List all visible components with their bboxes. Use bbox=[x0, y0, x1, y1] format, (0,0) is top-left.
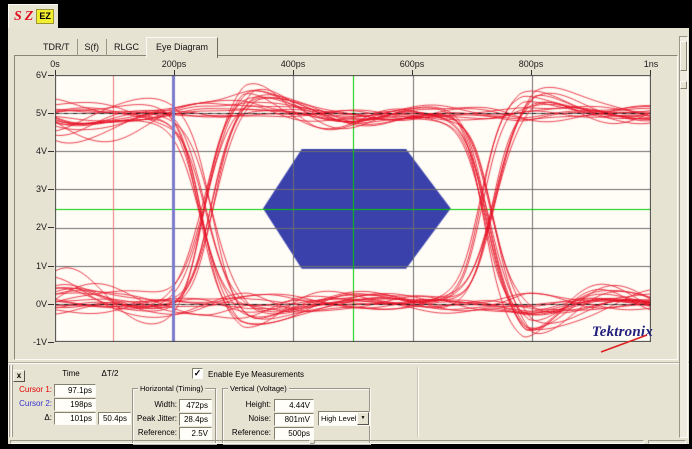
x-tick-label-1ns: 1ns bbox=[631, 59, 671, 69]
tab-eye-diagram[interactable]: Eye Diagram bbox=[146, 37, 218, 58]
delta-t2-field: 50.4ps bbox=[98, 412, 131, 425]
x-tick-label-0s: 0s bbox=[35, 59, 75, 69]
y-axis-tick bbox=[48, 189, 54, 190]
chevron-down-icon: ▼ bbox=[361, 415, 366, 421]
x-tick-label-400ps: 400ps bbox=[273, 59, 313, 69]
screen: { "app": { "logo_s": "S", "logo_z": "Z",… bbox=[0, 0, 692, 449]
y-axis-tick bbox=[48, 113, 54, 114]
noise-label: Noise: bbox=[223, 413, 271, 425]
app-window: TDR/T S(f) RLGC Eye Diagram 0s 200ps 400… bbox=[8, 28, 689, 444]
v-reference-label: Reference: bbox=[223, 427, 271, 439]
y-tick-label-3v: 3V bbox=[21, 184, 47, 194]
tab-tdrt[interactable]: TDR/T bbox=[36, 39, 78, 56]
x-tick-label-200ps: 200ps bbox=[154, 59, 194, 69]
eye-diagram-plot-panel: 0s 200ps 400ps 600ps 800ps 1ns 6V 5V 4V … bbox=[14, 55, 678, 360]
h-reference-label: Reference: bbox=[133, 427, 177, 439]
height-field: 4.44V bbox=[274, 399, 314, 412]
y-axis-tick bbox=[48, 151, 54, 152]
app-logo: S Z EZ bbox=[8, 4, 58, 28]
vertical-voltage-group: Vertical (Voltage) Height: Noise: Refere… bbox=[222, 388, 370, 444]
width-label: Width: bbox=[133, 399, 177, 411]
noise-level-dropdown[interactable]: High Level ▼ bbox=[318, 411, 370, 426]
status-segment bbox=[10, 440, 310, 444]
x-tick-label-800ps: 800ps bbox=[511, 59, 551, 69]
status-segment bbox=[648, 440, 686, 444]
noise-level-selected: High Level bbox=[321, 413, 356, 424]
panel-divider bbox=[417, 367, 418, 437]
delta-label: Δ: bbox=[8, 412, 52, 424]
close-panel-button[interactable]: x bbox=[13, 370, 25, 382]
status-bar bbox=[8, 440, 689, 444]
y-tick-label-2v: 2V bbox=[21, 222, 47, 232]
cursor1-time-field[interactable]: 97.1ps bbox=[54, 384, 96, 397]
y-tick-label-1v: 1V bbox=[21, 261, 47, 271]
enable-eye-measurements-checkbox[interactable]: ✓ bbox=[192, 368, 203, 379]
y-axis-tick bbox=[48, 342, 54, 343]
horizontal-timing-group: Horizontal (Timing) Width: Peak Jitter: … bbox=[132, 388, 216, 444]
scrollbar-box[interactable] bbox=[680, 81, 687, 89]
y-tick-label-5v: 5V bbox=[21, 108, 47, 118]
cursor2-label: Cursor 2: bbox=[8, 398, 52, 410]
width-field: 472ps bbox=[179, 399, 212, 412]
y-axis-tick bbox=[48, 227, 54, 228]
y-tick-label-0v: 0V bbox=[21, 299, 47, 309]
status-segment bbox=[314, 440, 644, 444]
dropdown-arrow-button[interactable]: ▼ bbox=[357, 412, 369, 425]
checkmark-icon: ✓ bbox=[194, 368, 202, 378]
x-tick-label-600ps: 600ps bbox=[392, 59, 432, 69]
tab-sf[interactable]: S(f) bbox=[78, 39, 108, 56]
enable-eye-measurements-label[interactable]: Enable Eye Measurements bbox=[208, 369, 304, 380]
y-axis-tick bbox=[48, 266, 54, 267]
horizontal-timing-title: Horizontal (Timing) bbox=[138, 384, 205, 393]
peak-jitter-label: Peak Jitter: bbox=[133, 413, 177, 425]
height-label: Height: bbox=[223, 399, 271, 411]
time-column-header: Time bbox=[48, 369, 94, 379]
v-reference-field[interactable]: 500ps bbox=[274, 427, 314, 440]
y-axis-tick bbox=[48, 304, 54, 305]
logo-ez-icon: EZ bbox=[36, 9, 54, 24]
noise-field: 801mV bbox=[274, 413, 314, 426]
scrollbar-thumb[interactable] bbox=[680, 41, 687, 71]
y-axis-tick bbox=[48, 75, 54, 76]
tab-rlgc[interactable]: RLGC bbox=[107, 39, 146, 56]
vertical-voltage-title: Vertical (Voltage) bbox=[228, 384, 289, 393]
logo-z-icon: Z bbox=[25, 10, 34, 24]
cursor1-label: Cursor 1: bbox=[8, 384, 52, 396]
tab-bar: TDR/T S(f) RLGC Eye Diagram bbox=[36, 31, 218, 56]
delta-time-field: 101ps bbox=[54, 412, 96, 425]
logo-s-icon: S bbox=[14, 10, 22, 24]
delta-t2-column-header: ΔT/2 bbox=[90, 369, 130, 379]
cursor2-time-field[interactable]: 198ps bbox=[54, 398, 96, 411]
y-tick-label-4v: 4V bbox=[21, 146, 47, 156]
vertical-scrollbar[interactable] bbox=[679, 36, 688, 438]
eye-diagram-canvas[interactable] bbox=[55, 75, 651, 342]
y-tick-label-6v: 6V bbox=[21, 70, 47, 80]
measurements-panel: x Time ΔT/2 Cursor 1: Cursor 2: Δ: 97.1p… bbox=[8, 362, 689, 441]
y-tick-label-m1v: -1V bbox=[21, 337, 47, 347]
peak-jitter-field: 28.4ps bbox=[179, 413, 212, 426]
h-reference-field[interactable]: 2.5V bbox=[179, 427, 212, 440]
